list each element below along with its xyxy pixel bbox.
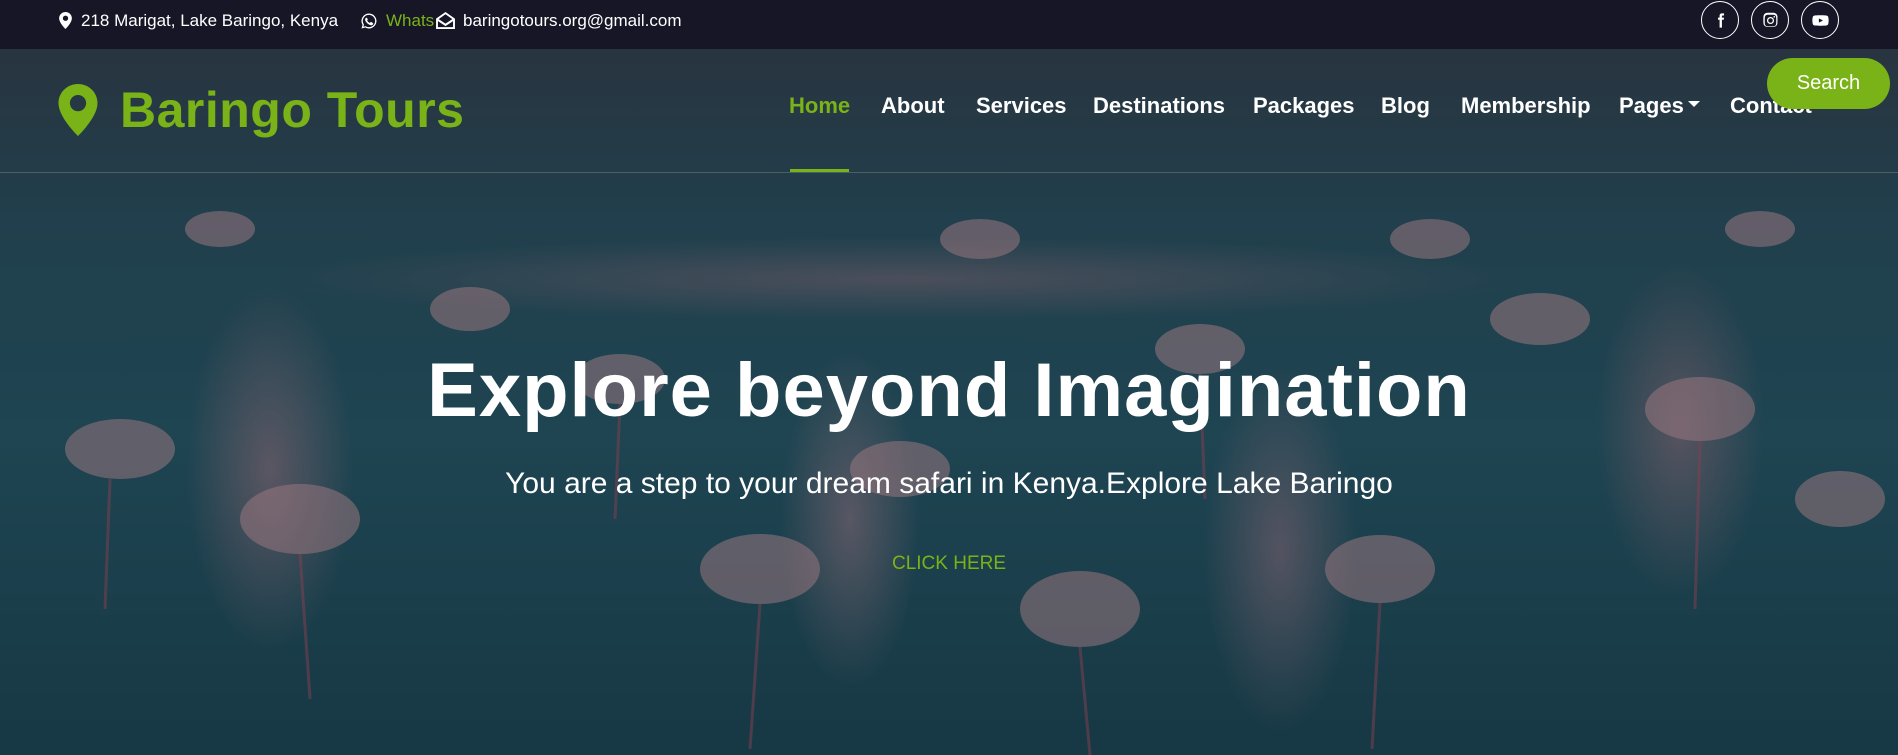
brand-name: Baringo Tours [120,82,465,138]
hero-subtitle: You are a step to your dream safari in K… [505,467,1393,500]
brand-logo[interactable]: Baringo Tours [58,81,464,139]
main-navbar: Baringo Tours Home About Services Destin… [0,49,1898,173]
map-marker-icon [58,84,98,136]
whatsapp-text: Whats [386,10,435,30]
hero-title: Explore beyond Imagination [427,348,1471,433]
nav-item-packages[interactable]: Packages [1253,93,1355,119]
active-nav-indicator [790,169,849,172]
address-text: 218 Marigat, Lake Baringo, Kenya [81,10,339,30]
facebook-link[interactable] [1701,1,1739,39]
instagram-link[interactable] [1751,1,1789,39]
nav-item-pages-dropdown[interactable]: Pages [1619,93,1700,119]
address-item: 218 Marigat, Lake Baringo, Kenya [58,0,338,41]
email-text: baringotours.org@gmail.com [463,10,682,30]
search-button[interactable]: Search [1767,58,1890,109]
whatsapp-link[interactable]: Whats [360,0,438,41]
click-here-link[interactable]: CLICK HERE [892,553,1006,574]
nav-item-destinations[interactable]: Destinations [1093,93,1225,119]
caret-down-icon [1687,101,1700,108]
map-marker-icon [59,12,72,29]
envelope-open-icon [436,12,455,29]
youtube-icon [1811,14,1829,26]
nav-item-blog[interactable]: Blog [1381,93,1430,119]
instagram-icon [1762,12,1778,27]
nav-item-about[interactable]: About [881,93,945,119]
nav-item-membership[interactable]: Membership [1461,93,1591,119]
facebook-icon [1717,12,1724,28]
whatsapp-icon [361,13,377,28]
youtube-link[interactable] [1801,1,1839,39]
nav-item-pages-label: Pages [1619,93,1684,118]
nav-item-home[interactable]: Home [789,93,850,119]
nav-item-services[interactable]: Services [976,93,1067,119]
hero-cta-wrapper: CLICK HERE [0,553,1898,575]
email-link[interactable]: baringotours.org@gmail.com [436,0,682,41]
top-info-bar: 218 Marigat, Lake Baringo, Kenya Whats b… [0,0,1898,49]
